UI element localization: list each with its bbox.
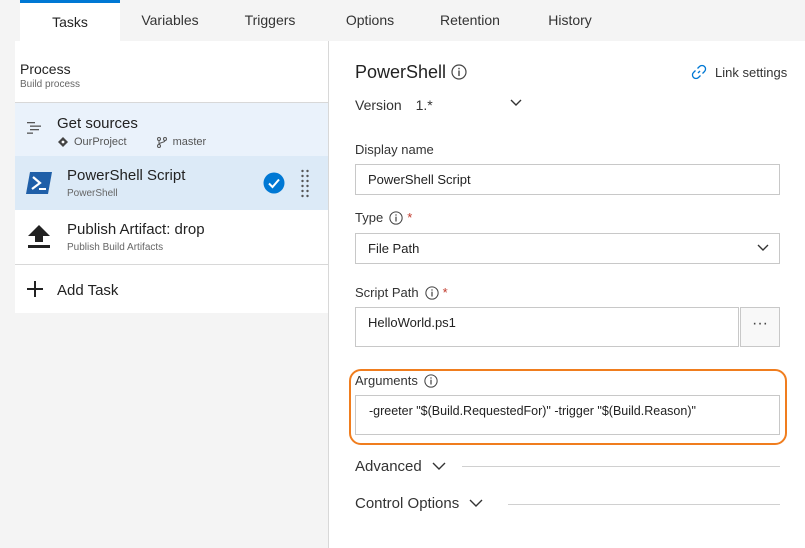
task-item-publish-artifact[interactable]: Publish Artifact: drop Publish Build Art… xyxy=(15,210,328,264)
tab-variables[interactable]: Variables xyxy=(130,0,210,41)
link-settings-button[interactable]: Link settings xyxy=(691,64,787,80)
version-value: 1.* xyxy=(415,97,433,113)
git-repo-icon xyxy=(58,137,68,147)
upload-icon xyxy=(28,225,50,248)
link-settings-label: Link settings xyxy=(715,64,788,80)
process-header[interactable]: Process Build process xyxy=(20,61,80,90)
type-label: Type * xyxy=(355,210,413,225)
tab-options[interactable]: Options xyxy=(330,0,410,41)
add-task-button[interactable]: Add Task xyxy=(15,270,328,313)
tab-tasks[interactable]: Tasks xyxy=(20,0,120,41)
get-sources-title: Get sources xyxy=(57,115,138,132)
task-list: Process Build process Get sources OurPro… xyxy=(15,41,328,313)
required-mark: * xyxy=(407,210,413,225)
section-divider xyxy=(462,466,780,467)
control-options-label: Control Options xyxy=(355,495,460,512)
task-title: PowerShell Script xyxy=(67,167,186,184)
tab-history[interactable]: History xyxy=(530,0,610,41)
arguments-input[interactable]: -greeter "$(Build.RequestedFor)" -trigge… xyxy=(355,395,780,435)
task-subtitle: Publish Build Artifacts xyxy=(67,242,164,253)
type-value: File Path xyxy=(368,241,420,256)
task-list-pane: Process Build process Get sources OurPro… xyxy=(0,41,328,548)
tab-bar: Tasks Variables Triggers Options Retenti… xyxy=(0,0,805,41)
script-path-label: Script Path * xyxy=(355,285,448,300)
add-task-label: Add Task xyxy=(57,282,119,299)
powershell-icon xyxy=(26,172,52,194)
script-path-input[interactable]: HelloWorld.ps1 xyxy=(355,307,739,347)
control-options-section-toggle[interactable]: Control Options xyxy=(355,495,483,512)
get-sources-item[interactable]: Get sources OurProject master xyxy=(15,103,328,156)
info-icon[interactable] xyxy=(424,373,438,388)
required-mark: * xyxy=(442,285,448,300)
process-subtitle: Build process xyxy=(20,79,81,90)
divider xyxy=(15,264,328,265)
type-dropdown[interactable]: File Path xyxy=(355,233,780,264)
task-subtitle: PowerShell xyxy=(67,188,118,199)
pane-divider[interactable] xyxy=(328,41,329,548)
tab-triggers[interactable]: Triggers xyxy=(230,0,310,41)
advanced-section-toggle[interactable]: Advanced xyxy=(355,458,446,475)
browse-button[interactable]: ··· xyxy=(740,307,780,347)
get-sources-icon xyxy=(27,122,41,134)
chevron-down-icon xyxy=(757,244,769,251)
check-icon[interactable] xyxy=(263,172,285,194)
tab-retention[interactable]: Retention xyxy=(430,0,510,41)
branch-icon xyxy=(156,136,167,148)
drag-handle-icon[interactable] xyxy=(300,168,310,198)
advanced-label: Advanced xyxy=(355,458,422,475)
chevron-down-icon[interactable] xyxy=(510,99,522,107)
chevron-down-icon xyxy=(469,499,483,507)
plus-icon xyxy=(27,281,43,297)
chevron-down-icon xyxy=(432,462,446,470)
info-icon[interactable] xyxy=(424,285,439,300)
project-name: OurProject xyxy=(74,136,127,148)
info-icon[interactable] xyxy=(451,64,467,80)
info-icon[interactable] xyxy=(389,210,403,225)
task-detail-title: PowerShell xyxy=(355,62,447,82)
process-title: Process xyxy=(20,61,71,77)
arguments-label: Arguments xyxy=(355,373,438,388)
version-selector[interactable]: Version 1.* xyxy=(355,97,433,113)
version-label: Version xyxy=(355,97,402,113)
task-item-powershell[interactable]: PowerShell Script PowerShell xyxy=(15,156,328,210)
display-name-input[interactable]: PowerShell Script xyxy=(355,164,780,195)
section-divider xyxy=(508,504,780,505)
branch-name: master xyxy=(172,136,207,148)
task-title: Publish Artifact: drop xyxy=(67,221,205,238)
display-name-label: Display name xyxy=(355,142,434,157)
get-sources-meta: OurProject master xyxy=(58,136,206,148)
link-icon xyxy=(691,64,707,80)
